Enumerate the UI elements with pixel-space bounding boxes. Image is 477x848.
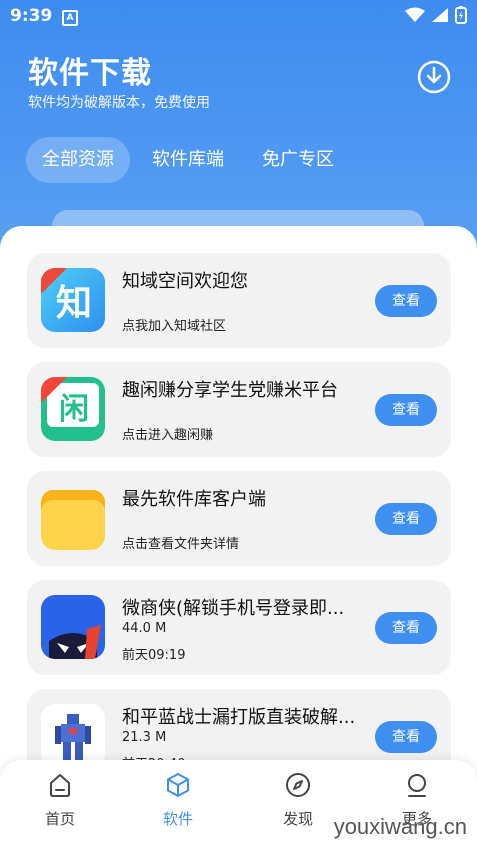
svg-text:知: 知 — [56, 283, 92, 324]
item-title: 微商侠(解锁手机号登录即... — [122, 598, 345, 619]
page-subtitle: 软件均为破解版本，免费使用 — [28, 95, 210, 111]
tab-ad-free[interactable]: 免广专区 — [246, 137, 350, 183]
nav-software-label: 软件 — [162, 810, 193, 828]
item-subtitle: 点击查看文件夹详情 — [122, 537, 240, 552]
item-subtitle: 点我加入知域社区 — [122, 319, 227, 334]
nav-discover[interactable]: 发现 — [258, 772, 338, 829]
nav-home[interactable]: 首页 — [20, 772, 100, 829]
tab-software-library[interactable]: 软件库端 — [136, 137, 240, 183]
nav-home-label: 首页 — [44, 810, 75, 828]
cube-icon — [167, 773, 189, 797]
nav-discover-label: 发现 — [282, 810, 313, 828]
item-subtitle: 点击进入趣闲赚 — [122, 428, 214, 443]
item-title: 趣闲赚分享学生党赚米平台 — [122, 380, 338, 401]
compass-icon — [286, 773, 310, 797]
nav-software[interactable]: 软件 — [138, 772, 218, 829]
zhi-icon: 知 — [41, 268, 105, 332]
view-button[interactable]: 查看 — [375, 285, 437, 317]
wifi-icon — [405, 7, 425, 22]
signal-icon — [432, 8, 448, 22]
status-bar: 9:39 A — [0, 0, 477, 34]
download-icon[interactable] — [417, 60, 451, 94]
list-item[interactable]: 闲 趣闲赚分享学生党赚米平台 点击进入趣闲赚 查看 — [27, 362, 451, 457]
tab-bar: 全部资源 软件库端 免广专区 — [26, 137, 350, 183]
xian-icon: 闲 — [41, 377, 105, 441]
folder-icon — [41, 486, 105, 550]
list-item[interactable]: 最先软件库客户端 点击查看文件夹详情 查看 — [27, 471, 451, 566]
status-icons — [405, 6, 467, 24]
item-title: 知域空间欢迎您 — [122, 271, 248, 292]
status-time: 9:39 — [10, 6, 53, 26]
robot-icon — [41, 704, 105, 768]
header: 9:39 A 软件下载 软件均为破解版本，免费使用 全部资源 软件库端 免广专区 — [0, 0, 477, 260]
page-title: 软件下载 — [28, 56, 152, 91]
svg-text:闲: 闲 — [59, 392, 89, 427]
home-icon — [50, 774, 70, 797]
software-list: 知 知域空间欢迎您 点我加入知域社区 查看 闲 趣闲赚分享学生党赚米平台 点击进… — [27, 253, 451, 798]
view-button[interactable]: 查看 — [375, 612, 437, 644]
view-button[interactable]: 查看 — [375, 721, 437, 753]
profile-icon — [408, 774, 426, 797]
item-date: 前天09:19 — [122, 648, 186, 663]
list-item[interactable]: 知 知域空间欢迎您 点我加入知域社区 查看 — [27, 253, 451, 348]
item-size: 21.3 M — [122, 730, 167, 745]
battery-icon — [455, 6, 467, 24]
view-button[interactable]: 查看 — [375, 394, 437, 426]
item-size: 44.0 M — [122, 621, 167, 636]
item-title: 最先软件库客户端 — [122, 489, 266, 510]
weishangxia-icon — [41, 595, 105, 659]
list-item[interactable]: 微商侠(解锁手机号登录即... 44.0 M 前天09:19 查看 — [27, 580, 451, 675]
notification-icon: A — [62, 10, 78, 26]
tab-all[interactable]: 全部资源 — [26, 137, 130, 183]
item-title: 和平蓝战士漏打版直装破解... — [122, 707, 356, 728]
watermark: youxiwang.cn — [333, 814, 467, 839]
view-button[interactable]: 查看 — [375, 503, 437, 535]
